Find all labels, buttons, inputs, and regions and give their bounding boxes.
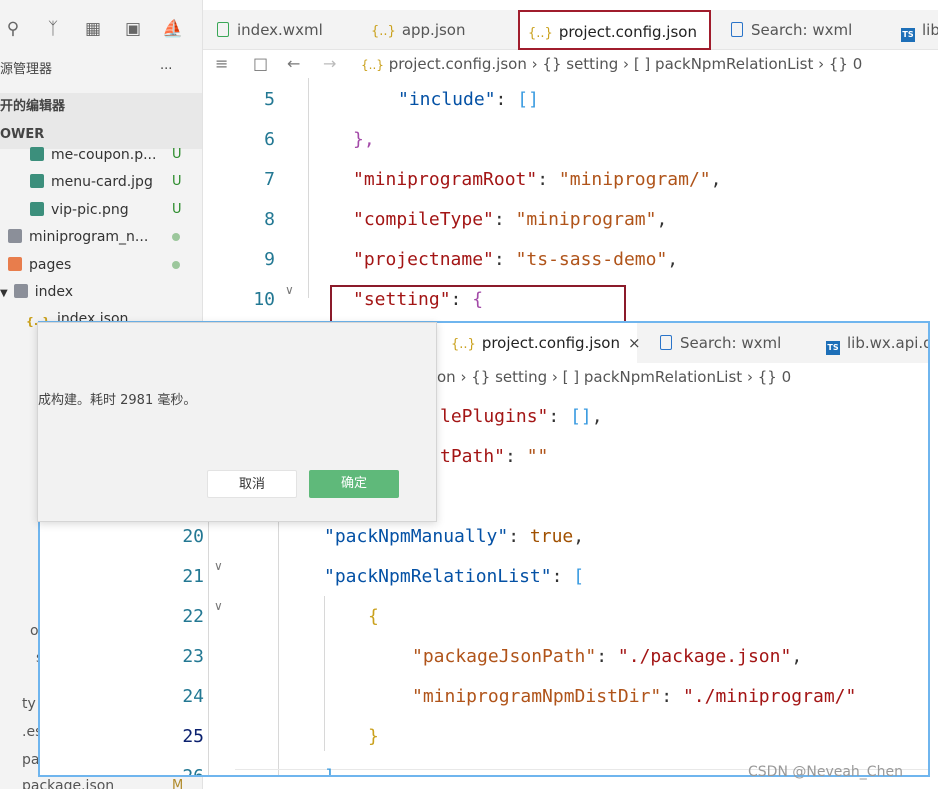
tab-search-wxml[interactable]: Search: wxml (646, 323, 812, 363)
json-file-icon: {..} (528, 26, 553, 41)
folder-icon (8, 229, 22, 243)
activity-bar: ⚲ ᛉ ▦ ▣ ⛵ (0, 10, 202, 50)
image-file-icon (30, 147, 44, 161)
folder-icon (8, 257, 22, 271)
confirm-button[interactable]: 确定 (309, 470, 399, 498)
build-complete-dialog: 成构建。耗时 2981 毫秒。 取消 确定 (37, 322, 437, 522)
wxml-file-icon (217, 22, 229, 37)
code-line: "packageJsonPath": "./package.json", (412, 646, 803, 667)
file-item[interactable]: menu-card.jpg U (0, 168, 202, 196)
json-file-icon: {..} (451, 337, 476, 352)
line-number: 9 (264, 249, 275, 270)
breadcrumb: ≡ □ ← → {..} project.config.json › {} se… (203, 50, 938, 78)
line-number: 10 (253, 289, 275, 310)
chevron-down-icon: ▼ (0, 288, 8, 299)
tab-app-json[interactable]: {..} app.json (357, 10, 517, 50)
fold-chevron-icon[interactable]: ∨ (214, 599, 223, 613)
source-control-icon[interactable]: ᛉ (42, 18, 64, 40)
indent-guide (324, 596, 325, 751)
line-number: 7 (264, 169, 275, 190)
typescript-file-icon: TS (826, 341, 840, 355)
line-number: 20 (182, 526, 204, 547)
code-line: "packNpmManually": true, (324, 526, 585, 547)
back-arrow-icon[interactable]: ← (287, 50, 300, 78)
typescript-file-icon: TS (901, 28, 915, 42)
folder-open-icon (13, 284, 28, 298)
tab-lib[interactable]: TS lib (887, 10, 938, 50)
code-line: lePlugins": [], (440, 406, 603, 427)
explorer-header: 源管理器 ··· (0, 56, 202, 84)
line-number: 5 (264, 89, 275, 110)
code-line: "compileType": "miniprogram", (353, 209, 668, 230)
dialog-message: 成构建。耗时 2981 毫秒。 (38, 393, 197, 408)
line-number: 21 (182, 566, 204, 587)
extensions-icon[interactable]: ▦ (82, 18, 104, 40)
line-number: 6 (264, 129, 275, 150)
line-number: 26 (182, 766, 204, 777)
line-number: 8 (264, 209, 275, 230)
explorer-title: 源管理器 (0, 62, 53, 77)
file-item[interactable]: me-coupon.p... U (0, 141, 202, 169)
breadcrumb-path[interactable]: {..} project.config.json › {} setting › … (361, 50, 862, 79)
search-results-icon (731, 22, 743, 37)
search-icon[interactable]: ⚲ (2, 18, 24, 40)
watermark: CSDN @Neveah_Chen (748, 764, 903, 780)
image-file-icon (30, 174, 44, 188)
docker-icon[interactable]: ⛵ (162, 18, 184, 40)
image-file-icon (30, 202, 44, 216)
file-item[interactable]: vip-pic.png U (0, 196, 202, 224)
tab-project-config-json[interactable]: {..} project.config.json (518, 10, 711, 50)
code-line: "miniprogramNpmDistDir": "./miniprogram/… (412, 686, 857, 707)
folder-item[interactable]: ▼ index (0, 278, 202, 306)
line-number: 24 (182, 686, 204, 707)
indent-guide (278, 521, 279, 775)
tab-lib-wx-api[interactable]: TS lib.wx.api.d (812, 323, 928, 363)
indent-guide (308, 78, 309, 298)
code-line: ] (324, 766, 335, 777)
code-line: tPath": "" (440, 446, 549, 467)
code-line: "projectname": "ts-sass-demo", (353, 249, 679, 270)
open-editors-section[interactable]: 开的编辑器 (0, 93, 202, 121)
line-number: 25 (182, 726, 204, 747)
code-line: "include": [] (398, 89, 539, 110)
git-modified-dot (172, 233, 180, 241)
code-line: "miniprogramRoot": "miniprogram/", (353, 169, 722, 190)
code-line: "packNpmRelationList": [ (324, 566, 585, 587)
folder-item[interactable]: miniprogram_n... (0, 223, 202, 251)
editor-tab-bar: index.wxml {..} app.json {..} project.conf… (203, 10, 938, 50)
code-line: { (368, 606, 379, 627)
json-file-icon: {..} (371, 24, 396, 39)
tab-project-config-json[interactable]: {..} project.config.json × (437, 323, 641, 363)
storage-icon[interactable]: ▣ (122, 18, 144, 40)
list-icon[interactable]: ≡ (215, 50, 228, 78)
git-untracked-badge: U (172, 202, 182, 217)
code-line: }, (353, 129, 375, 150)
folder-item[interactable]: pages (0, 251, 202, 279)
cancel-button[interactable]: 取消 (207, 470, 297, 498)
bookmark-icon[interactable]: □ (253, 50, 268, 78)
line-number: 22 (182, 606, 204, 627)
more-actions-icon[interactable]: ··· (160, 56, 172, 84)
tab-search-wxml[interactable]: Search: wxml (717, 10, 887, 50)
git-untracked-badge: U (172, 147, 182, 162)
forward-arrow-icon[interactable]: → (323, 50, 336, 78)
search-results-icon (660, 335, 672, 350)
git-modified-dot (172, 261, 180, 269)
code-line: } (368, 726, 379, 747)
git-untracked-badge: U (172, 174, 182, 189)
tab-index-wxml[interactable]: index.wxml (203, 10, 357, 50)
fold-chevron-icon[interactable]: ∨ (214, 559, 223, 573)
close-icon[interactable]: × (628, 334, 641, 352)
fold-chevron-icon[interactable]: ∨ (285, 283, 294, 297)
line-number: 23 (182, 646, 204, 667)
indent-guide (208, 521, 209, 775)
